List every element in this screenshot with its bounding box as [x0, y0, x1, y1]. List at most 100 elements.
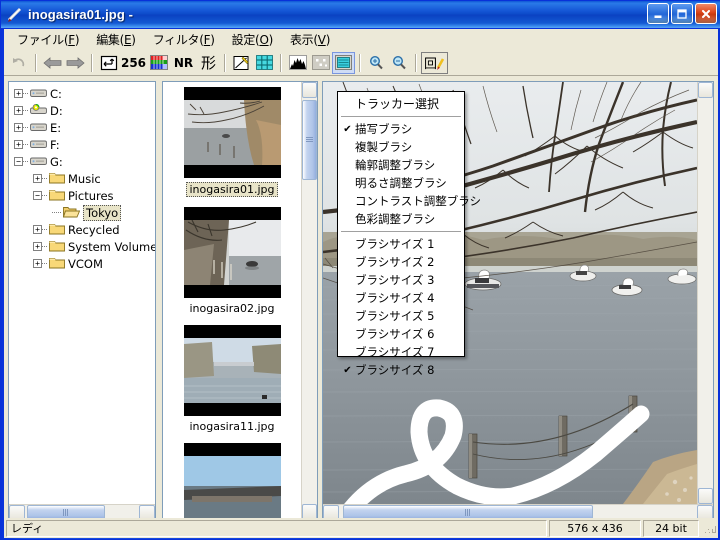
tree-node-f[interactable]: + F: — [11, 136, 155, 153]
maximize-button[interactable] — [671, 3, 693, 24]
back-button[interactable] — [41, 52, 64, 74]
collapse-toggle-icon[interactable]: − — [14, 157, 23, 166]
menu-item-brush-size-5[interactable]: ブラシサイズ 5 — [338, 307, 464, 325]
list-item[interactable]: inogasira02.jpg — [163, 207, 301, 315]
thumbnail-panel: inogasira01.jpg inogasira02.jpg inogasir… — [162, 81, 318, 521]
expand-toggle-icon[interactable]: + — [33, 174, 42, 183]
color-256-button[interactable]: 256 — [120, 52, 147, 74]
list-item[interactable] — [163, 443, 301, 520]
tree-connector — [42, 263, 47, 264]
grid-button[interactable] — [253, 52, 276, 74]
tracker-button[interactable]: 回 — [421, 51, 448, 74]
expand-toggle-icon[interactable]: + — [33, 259, 42, 268]
expand-toggle-icon[interactable]: + — [33, 242, 42, 251]
menu-item-brush-size-3[interactable]: ブラシサイズ 3 — [338, 271, 464, 289]
expand-toggle-icon[interactable]: + — [14, 140, 23, 149]
menu-file-accel: F — [68, 33, 75, 47]
menu-item-brush-draw[interactable]: ✔ 描写ブラシ — [338, 120, 464, 138]
scroll-grip — [464, 509, 472, 516]
menu-item-label: ブラシサイズ 6 — [355, 327, 435, 341]
screen-button[interactable] — [332, 51, 355, 74]
menu-item-brush-brightness[interactable]: 明るさ調整ブラシ — [338, 174, 464, 192]
expand-toggle-icon[interactable]: + — [33, 225, 42, 234]
scroll-up-arrow[interactable] — [698, 82, 713, 98]
tracker-context-menu[interactable]: トラッカー選択 ✔ 描写ブラシ 複製ブラシ 輪郭調整ブラシ 明るさ調整ブラシ コ… — [337, 91, 481, 377]
tree-connector — [23, 110, 28, 111]
zoom-out-button[interactable] — [388, 52, 411, 74]
application-window: inogasira01.jpg - ファイル(F) 編集(E) フィルタ(F) … — [0, 0, 720, 540]
image-vertical-scrollbar[interactable] — [697, 82, 713, 504]
tone-curve-button[interactable] — [230, 52, 253, 74]
dither-button[interactable] — [309, 52, 332, 74]
title-bar[interactable]: inogasira01.jpg - — [1, 1, 720, 28]
folder-open-icon — [62, 203, 81, 222]
tree-node-e[interactable]: + E: — [11, 119, 155, 136]
menu-item-brush-size-1[interactable]: ブラシサイズ 1 — [338, 235, 464, 253]
menu-item-brush-size-4[interactable]: ブラシサイズ 4 — [338, 289, 464, 307]
menu-settings-accel: O — [259, 33, 269, 47]
thumbnail-image[interactable] — [183, 325, 281, 416]
menu-view[interactable]: 表示(V) — [282, 29, 339, 50]
status-color-depth: 24 bit — [643, 519, 699, 537]
scroll-up-arrow[interactable] — [302, 82, 317, 98]
tree-node-d[interactable]: + D: — [11, 102, 155, 119]
menu-item-brush-contrast[interactable]: コントラスト調整ブラシ — [338, 192, 481, 210]
menu-item-brush-size-8[interactable]: ✔ ブラシサイズ 8 — [338, 361, 464, 379]
undo-button[interactable] — [8, 52, 31, 74]
expand-toggle-icon[interactable]: + — [14, 123, 23, 132]
check-icon: ✔ — [343, 123, 352, 135]
menu-settings[interactable]: 設定(O) — [224, 29, 282, 50]
tree-node-tokyo[interactable]: Tokyo — [11, 204, 155, 221]
folder-tree[interactable]: + C: + D: + E: + F: − G: + Music − Pictu… — [9, 82, 155, 502]
menu-settings-label: 設定 — [231, 33, 256, 47]
expand-toggle-icon[interactable]: + — [14, 89, 23, 98]
window-title: inogasira01.jpg - — [28, 7, 134, 22]
tree-node-label: System Volume I — [68, 239, 155, 254]
menu-filter[interactable]: フィルタ(F) — [145, 29, 224, 50]
thumbnail-image[interactable] — [183, 207, 281, 298]
tree-node-label: G: — [50, 154, 63, 169]
resize-button[interactable] — [97, 52, 120, 74]
menu-item-brush-size-7[interactable]: ブラシサイズ 7 — [338, 343, 464, 361]
noise-reduction-button[interactable]: NR — [170, 52, 197, 74]
expand-toggle-icon[interactable]: + — [14, 106, 23, 115]
histogram-button[interactable] — [286, 52, 309, 74]
zoom-in-button[interactable] — [365, 52, 388, 74]
menu-item-brush-clone[interactable]: 複製ブラシ — [338, 138, 464, 156]
menu-item-brush-size-6[interactable]: ブラシサイズ 6 — [338, 325, 464, 343]
tree-node-label: VCOM — [68, 256, 103, 271]
menu-item-brush-sharpen[interactable]: 輪郭調整ブラシ — [338, 156, 464, 174]
shape-button[interactable]: 形 — [197, 52, 220, 74]
menu-item-brush-size-2[interactable]: ブラシサイズ 2 — [338, 253, 464, 271]
scroll-thumb[interactable] — [302, 100, 317, 180]
thumbnail-image[interactable] — [183, 443, 281, 520]
menu-file[interactable]: ファイル(F) — [9, 29, 88, 50]
toolbar-separator — [35, 53, 37, 72]
list-item[interactable]: inogasira11.jpg — [163, 325, 301, 433]
tree-node-pictures[interactable]: − Pictures — [11, 187, 155, 204]
menu-edit[interactable]: 編集(E) — [88, 29, 144, 50]
tree-node-label: Pictures — [68, 188, 114, 203]
forward-button[interactable] — [64, 52, 87, 74]
thumbnail-image[interactable] — [183, 87, 281, 178]
minimize-button[interactable] — [647, 3, 669, 24]
list-item[interactable]: inogasira01.jpg — [163, 87, 301, 197]
palette-button[interactable] — [147, 52, 170, 74]
tree-node-system-volume[interactable]: + System Volume I — [11, 238, 155, 255]
tree-node-vcom[interactable]: + VCOM — [11, 255, 155, 272]
close-button[interactable] — [695, 3, 717, 24]
tree-connector — [23, 127, 28, 128]
thumbnail-vertical-scrollbar[interactable] — [301, 82, 317, 520]
scroll-down-arrow[interactable] — [698, 488, 713, 504]
resize-gripper-icon[interactable] — [702, 520, 718, 536]
collapse-toggle-icon[interactable]: − — [33, 191, 42, 200]
tree-node-music[interactable]: + Music — [11, 170, 155, 187]
tree-node-recycled[interactable]: + Recycled — [11, 221, 155, 238]
menu-item-brush-color[interactable]: 色彩調整ブラシ — [338, 210, 464, 228]
folder-icon — [49, 254, 65, 273]
menu-item-label: ブラシサイズ 1 — [355, 237, 435, 251]
thumbnail-list[interactable]: inogasira01.jpg inogasira02.jpg inogasir… — [163, 82, 301, 520]
tree-node-c[interactable]: + C: — [11, 85, 155, 102]
shape-label: 形 — [200, 54, 216, 72]
tree-node-g[interactable]: − G: — [11, 153, 155, 170]
